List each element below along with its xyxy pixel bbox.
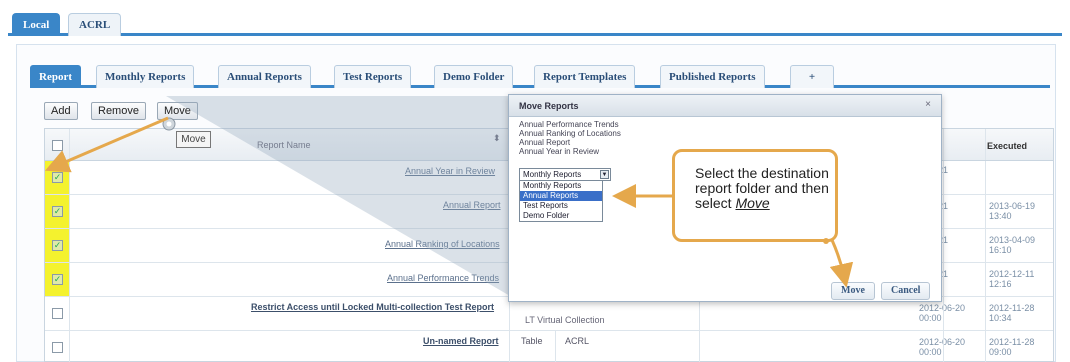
annotation-arrows [44, 116, 854, 288]
arrow-to-checkbox [44, 116, 169, 173]
arrow-to-move-button [829, 239, 854, 288]
